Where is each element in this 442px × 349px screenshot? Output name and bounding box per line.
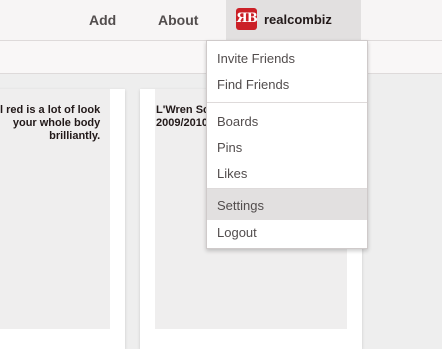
nav-about-link[interactable]: About [158,12,198,28]
menu-item-invite-friends[interactable]: Invite Friends [207,46,367,72]
user-dropdown-menu: Invite Friends Find Friends Boards Pins … [206,40,368,249]
menu-item-label: Settings [217,198,264,213]
pin-description: l red is a lot of look your whole body b… [0,104,101,142]
menu-item-likes[interactable]: Likes [207,161,367,187]
pin-card[interactable]: l red is a lot of look your whole body b… [0,89,125,349]
menu-item-find-friends[interactable]: Find Friends [207,72,367,98]
nav-add-link[interactable]: Add [89,12,116,28]
pinterest-logo-icon: ЯB [236,8,258,30]
menu-item-label: Logout [217,225,257,240]
pin-description: L'Wren Sc 2009/2010 [156,104,210,129]
menu-item-label: Pins [217,140,243,155]
menu-item-boards[interactable]: Boards [207,109,367,135]
menu-item-settings[interactable]: Settings [207,189,367,220]
menu-item-logout[interactable]: Logout [207,220,367,246]
menu-divider [207,102,367,103]
menu-item-label: Boards [217,114,259,129]
top-navigation-bar: Add About ЯB realcombiz [0,0,442,40]
user-menu-tab[interactable]: ЯB realcombiz [226,0,361,40]
menu-item-pins[interactable]: Pins [207,135,367,161]
username-label: realcombiz [264,12,332,27]
menu-item-label: Likes [217,166,248,181]
menu-item-label: Invite Friends [217,51,296,66]
menu-item-label: Find Friends [217,77,290,92]
